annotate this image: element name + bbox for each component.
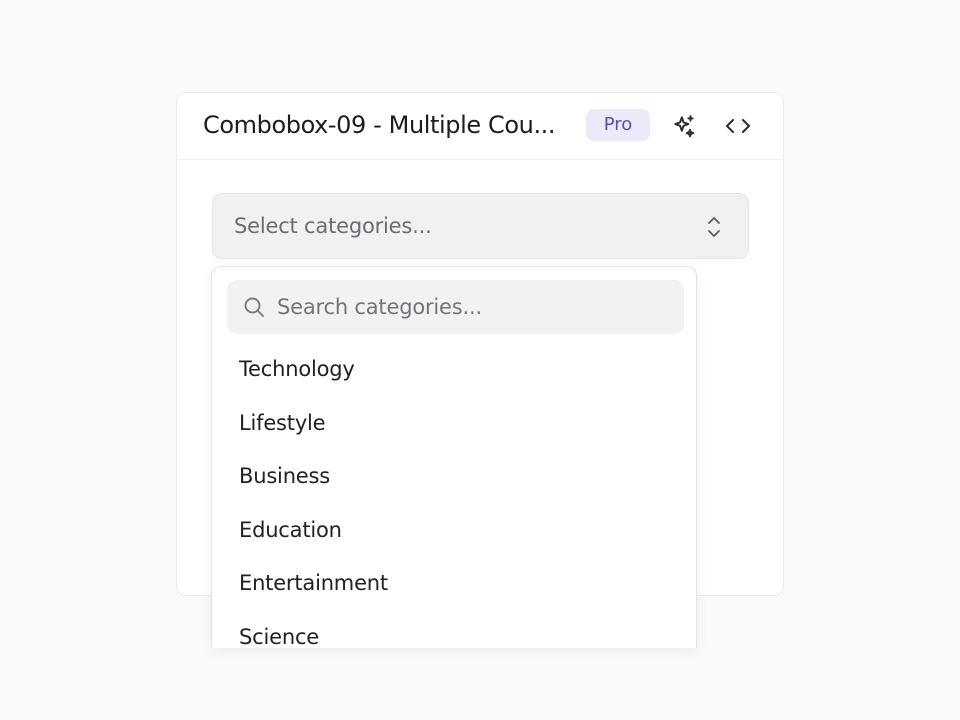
code-button[interactable] bbox=[723, 111, 753, 141]
option-science[interactable]: Science bbox=[212, 611, 696, 648]
code-icon bbox=[724, 113, 752, 139]
option-technology[interactable]: Technology bbox=[212, 343, 696, 397]
card-header: Combobox-09 - Multiple Cou... Pro bbox=[177, 93, 783, 160]
search-icon bbox=[242, 295, 266, 319]
categories-dropdown: Technology Lifestyle Business Education … bbox=[211, 266, 697, 648]
option-lifestyle[interactable]: Lifestyle bbox=[212, 397, 696, 451]
search-box[interactable] bbox=[227, 280, 684, 334]
option-education[interactable]: Education bbox=[212, 504, 696, 558]
categories-combobox-trigger[interactable]: Select categories... bbox=[212, 193, 749, 259]
combobox-placeholder: Select categories... bbox=[234, 214, 432, 238]
card-title: Combobox-09 - Multiple Cou... bbox=[203, 111, 556, 139]
sparkles-button[interactable] bbox=[669, 111, 699, 141]
chevrons-up-down-icon bbox=[704, 214, 724, 240]
options-list: Technology Lifestyle Business Education … bbox=[212, 343, 696, 648]
option-entertainment[interactable]: Entertainment bbox=[212, 557, 696, 611]
search-input[interactable] bbox=[277, 290, 667, 324]
pro-badge: Pro bbox=[586, 109, 650, 141]
sparkles-icon bbox=[671, 113, 697, 139]
option-business[interactable]: Business bbox=[212, 450, 696, 504]
page-stage: Combobox-09 - Multiple Cou... Pro Select… bbox=[0, 0, 960, 720]
